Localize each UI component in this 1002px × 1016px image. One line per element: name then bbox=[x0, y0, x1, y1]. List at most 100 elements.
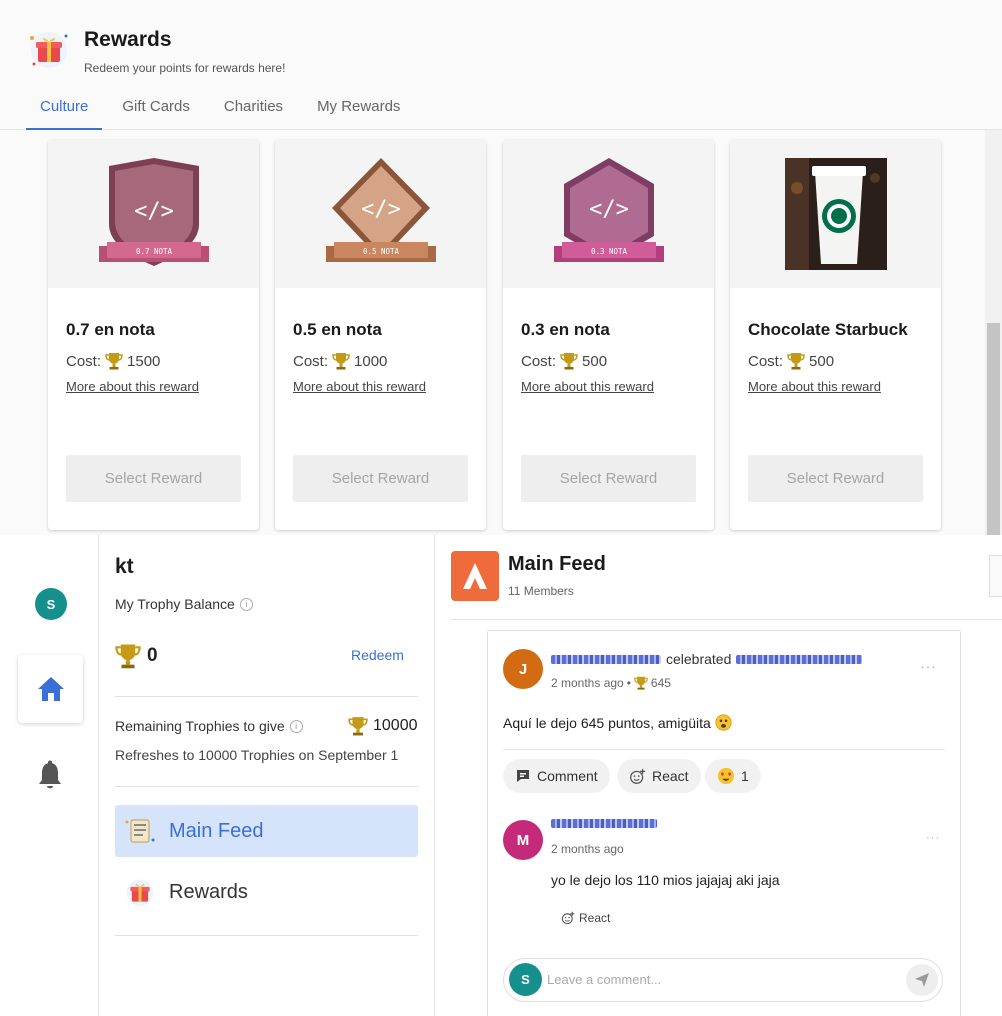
reward-card: </> 0.5 NOTA 0.5 en nota Cost: 1000 More… bbox=[275, 140, 486, 530]
reward-name: 0.7 en nota bbox=[66, 320, 155, 339]
tab-my-rewards[interactable]: My Rewards bbox=[317, 94, 400, 130]
reward-image: </> 0.3 NOTA bbox=[503, 140, 714, 288]
user-name: kt bbox=[115, 555, 134, 578]
reply-author bbox=[551, 819, 657, 828]
reward-name: Chocolate Starbuck bbox=[748, 320, 908, 339]
reward-image bbox=[730, 140, 941, 288]
post-more-icon[interactable]: ··· bbox=[920, 658, 937, 674]
comment-input[interactable] bbox=[547, 968, 887, 990]
trophy-balance-label: My Trophy Balance i bbox=[115, 596, 253, 612]
home-button[interactable] bbox=[18, 655, 83, 723]
svg-text:0.7 NOTA: 0.7 NOTA bbox=[135, 247, 172, 256]
divider bbox=[115, 935, 418, 936]
post-meta: 2 months ago • 645 bbox=[551, 676, 671, 690]
reply-more-icon[interactable]: ··· bbox=[926, 832, 940, 844]
trophy-icon bbox=[634, 676, 648, 690]
reward-name: 0.3 en nota bbox=[521, 320, 610, 339]
add-reaction-icon bbox=[561, 911, 575, 925]
more-about-link[interactable]: More about this reward bbox=[66, 379, 199, 394]
rewards-panel: Rewards Redeem your points for rewards h… bbox=[0, 0, 1002, 535]
commenter-avatar: S bbox=[509, 963, 542, 996]
select-reward-button[interactable]: Select Reward bbox=[293, 455, 468, 502]
info-icon[interactable]: i bbox=[239, 597, 253, 611]
info-icon[interactable]: i bbox=[289, 719, 303, 733]
reply-react-button[interactable]: React bbox=[561, 911, 610, 925]
reward-card: </> 0.7 NOTA 0.7 en nota Cost: 1500 More… bbox=[48, 140, 259, 530]
reward-card: </> 0.3 NOTA 0.3 en nota Cost: 500 More … bbox=[503, 140, 714, 530]
redeem-link[interactable]: Redeem bbox=[351, 647, 404, 663]
tab-culture[interactable]: Culture bbox=[26, 94, 103, 130]
rewards-header: Rewards Redeem your points for rewards h… bbox=[0, 0, 1002, 130]
trophy-icon bbox=[560, 353, 578, 370]
gift-icon bbox=[126, 879, 154, 907]
more-about-link[interactable]: More about this reward bbox=[521, 379, 654, 394]
reward-cost: Cost: 1500 bbox=[66, 352, 161, 370]
svg-text:</>: </> bbox=[361, 197, 401, 222]
post-header: celebrated bbox=[551, 651, 863, 667]
heart-eyes-emoji-icon bbox=[717, 767, 735, 785]
home-icon bbox=[37, 677, 64, 701]
gift-icon bbox=[30, 32, 68, 68]
tab-gift-cards[interactable]: Gift Cards bbox=[122, 94, 190, 130]
divider bbox=[115, 696, 418, 697]
comment-button[interactable]: Comment bbox=[503, 759, 610, 793]
scrollbar-thumb[interactable] bbox=[987, 323, 1000, 535]
reply-time: 2 months ago bbox=[551, 842, 624, 856]
divider bbox=[115, 786, 418, 787]
coffee-cup-photo-icon bbox=[784, 158, 887, 270]
nav-rewards[interactable]: Rewards bbox=[115, 866, 418, 918]
select-reward-button[interactable]: Select Reward bbox=[521, 455, 696, 502]
comment-icon bbox=[517, 770, 529, 782]
send-button[interactable] bbox=[906, 964, 938, 996]
feed-members[interactable]: 11 Members bbox=[508, 584, 574, 598]
tab-charities[interactable]: Charities bbox=[224, 94, 283, 130]
feed-side-button[interactable] bbox=[989, 555, 1002, 597]
react-button[interactable]: React bbox=[617, 759, 701, 793]
select-reward-button[interactable]: Select Reward bbox=[66, 455, 241, 502]
reward-image: </> 0.5 NOTA bbox=[275, 140, 486, 288]
divider bbox=[451, 619, 1002, 620]
divider bbox=[503, 749, 945, 750]
page-subtitle: Redeem your points for rewards here! bbox=[84, 61, 286, 75]
trophy-icon bbox=[105, 353, 123, 370]
reward-card: Chocolate Starbuck Cost: 500 More about … bbox=[730, 140, 941, 530]
trophy-icon bbox=[787, 353, 805, 370]
remaining-trophies-label: Remaining Trophies to give i bbox=[115, 718, 303, 734]
add-reaction-icon bbox=[630, 768, 646, 784]
post-text: Aquí le dejo 645 puntos, amigüita bbox=[503, 714, 732, 731]
post-author-avatar[interactable]: J bbox=[503, 649, 543, 689]
emoji-icon bbox=[715, 714, 732, 731]
more-about-link[interactable]: More about this reward bbox=[293, 379, 426, 394]
reply-text: yo le dejo los 110 mios jajajaj aki jaja bbox=[551, 872, 780, 888]
nav-main-feed[interactable]: Main Feed bbox=[115, 805, 418, 857]
badge-hexagon-icon: </> 0.3 NOTA bbox=[553, 158, 664, 262]
redacted-author[interactable] bbox=[551, 654, 661, 664]
send-icon bbox=[915, 973, 929, 987]
redacted-reply-author[interactable] bbox=[551, 819, 657, 828]
reward-name: 0.5 en nota bbox=[293, 320, 382, 339]
user-avatar[interactable]: S bbox=[35, 588, 67, 620]
feed-title: Main Feed bbox=[508, 553, 606, 575]
reward-cost: Cost: 500 bbox=[748, 352, 835, 370]
select-reward-button[interactable]: Select Reward bbox=[748, 455, 923, 502]
badge-diamond-icon: </> 0.5 NOTA bbox=[325, 158, 436, 262]
bell-icon[interactable] bbox=[37, 760, 63, 790]
trophy-icon bbox=[115, 644, 141, 669]
svg-text:</>: </> bbox=[589, 197, 629, 222]
refresh-note: Refreshes to 10000 Trophies on September… bbox=[115, 747, 399, 763]
feed-icon bbox=[125, 819, 155, 843]
reward-image: </> 0.7 NOTA bbox=[48, 140, 259, 288]
trophy-icon bbox=[332, 353, 350, 370]
feed-logo bbox=[451, 551, 499, 601]
trophy-icon bbox=[348, 717, 368, 736]
svg-text:0.3 NOTA: 0.3 NOTA bbox=[590, 247, 627, 256]
more-about-link[interactable]: More about this reward bbox=[748, 379, 881, 394]
reward-cost: Cost: 1000 bbox=[293, 352, 388, 370]
reaction-chip[interactable]: 1 bbox=[705, 759, 761, 793]
reward-cost: Cost: 500 bbox=[521, 352, 608, 370]
reply-author-avatar[interactable]: M bbox=[503, 820, 543, 860]
redacted-recipient[interactable] bbox=[736, 654, 863, 664]
svg-text:0.5 NOTA: 0.5 NOTA bbox=[362, 247, 399, 256]
page-title: Rewards bbox=[84, 28, 172, 51]
svg-text:</>: </> bbox=[134, 199, 174, 224]
